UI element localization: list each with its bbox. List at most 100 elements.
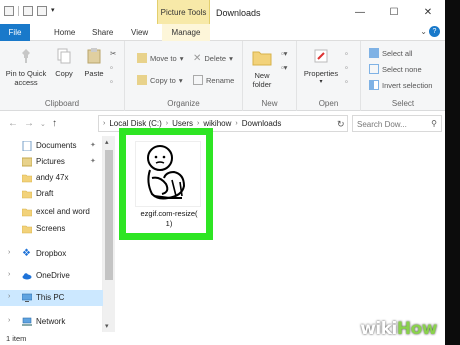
back-arrow-icon[interactable]: ← [8,118,18,129]
new-folder-button[interactable]: New folder [247,47,277,89]
chevron-right-icon: › [8,293,11,300]
sidebar-scrollbar[interactable]: ▴ ▾ [103,136,115,332]
breadcrumb-wikihow[interactable]: wikihow [203,119,231,128]
sidebar-item-dropbox[interactable]: › ❖ Dropbox [0,246,103,262]
pin-quick-access-button[interactable]: Pin to Quick access [4,47,48,87]
crouching-figure-icon [147,145,186,200]
sidebar-item-network[interactable]: › Network [0,314,103,330]
sidebar-item-label: Screens [36,224,66,233]
paste-shortcut-icon[interactable]: ▫ [110,77,113,86]
rename-label: Rename [206,75,235,85]
breadcrumb-local-disk[interactable]: Local Disk (C:) [109,119,161,128]
chevron-down-icon: ▾ [179,53,184,63]
sidebar-item-onedrive[interactable]: › OneDrive [0,268,103,284]
cut-icon[interactable]: ✂ [110,49,116,58]
sidebar-item-screens[interactable]: Screens [0,221,103,237]
select-none-button[interactable]: Select none [369,64,422,74]
move-to-button[interactable]: Move to ▾ [137,53,183,63]
copy-to-button[interactable]: Copy to ▾ [137,75,183,85]
pin-label: Pin to Quick access [5,69,47,87]
rename-button[interactable]: Rename [193,75,234,85]
chevron-right-icon: › [197,120,200,127]
paste-button[interactable]: Paste [82,47,106,78]
history-icon[interactable]: ▫ [345,77,348,86]
edit-icon[interactable]: ▫ [345,63,348,72]
select-all-label: Select all [382,48,413,58]
easy-access-icon[interactable]: ▫▾ [281,63,287,72]
up-arrow-icon[interactable]: ↑ [52,118,57,129]
invert-selection-label: Invert selection [382,80,433,90]
tab-home[interactable]: Home [54,24,75,41]
folder-icon [22,174,32,183]
scroll-up-icon[interactable]: ▴ [105,138,109,146]
new-group: New folder ▫▾ ▫▾ New [243,41,297,111]
delete-button[interactable]: ✕ Delete ▾ [193,53,233,64]
recent-locations-icon[interactable]: ⌄ [40,120,46,128]
sidebar-item-draft[interactable]: Draft [0,186,103,202]
open-icon[interactable]: ▫ [345,49,348,58]
properties-label: Properties [303,69,339,78]
copy-to-icon [137,75,147,85]
file-item[interactable]: ezgif.com-resize( 1) [119,128,213,240]
breadcrumb-users[interactable]: Users [172,119,193,128]
properties-button[interactable]: Properties ▾ [301,47,341,87]
title-bar: ▾ Picture Tools Downloads — ☐ ✕ [0,0,445,24]
tab-manage[interactable]: Manage [162,24,210,41]
chevron-down-icon[interactable]: ⌄ [420,27,427,36]
properties-check-icon[interactable] [23,6,33,16]
ribbon-tabs: File Home Share View Manage ⌄ ? [0,24,445,41]
search-placeholder: Search Dow... [357,120,407,129]
select-none-label: Select none [382,64,422,74]
chevron-down-icon: ▾ [178,75,183,85]
open-group: Properties ▾ ▫ ▫ ▫ Open [297,41,361,111]
minimize-button[interactable]: — [343,0,377,24]
invert-selection-icon [369,80,379,90]
folder-icon[interactable] [4,6,14,16]
select-all-button[interactable]: Select all [369,48,412,58]
maximize-button[interactable]: ☐ [377,0,411,24]
move-to-icon [137,53,147,63]
clipboard-group-label: Clipboard [44,99,80,108]
wikihow-watermark: wikiHow [360,319,437,339]
sidebar-item-label: OneDrive [36,271,70,280]
sidebar-item-documents[interactable]: Documents ✦ [0,138,103,154]
help-icon[interactable]: ? [429,26,440,37]
screenshot-frame: ▾ Picture Tools Downloads — ☐ ✕ File Hom… [0,0,460,345]
clipboard-group: Pin to Quick access Copy Paste ✂ ▫ ▫ Cli… [0,41,125,111]
sidebar-item-label: andy 47x [36,173,69,182]
scroll-down-icon[interactable]: ▾ [105,322,109,330]
sidebar-item-pictures[interactable]: Pictures ✦ [0,154,103,170]
tab-share[interactable]: Share [92,24,113,41]
sidebar-item-this-pc[interactable]: › This PC [0,290,103,306]
customize-dropdown-icon[interactable]: ▾ [51,6,55,16]
file-name: ezgif.com-resize( 1) [129,209,209,229]
image-thumbnail [135,141,201,207]
copy-to-label: Copy to [150,75,176,85]
file-list: ezgif.com-resize( 1) [115,128,445,332]
organize-group: Move to ▾ Copy to ▾ ✕ Delete ▾ Rename Or… [125,41,243,111]
sidebar-item-excel-and-word[interactable]: excel and word [0,204,103,220]
watermark-wiki: wiki [360,319,397,339]
invert-selection-button[interactable]: Invert selection [369,80,432,90]
file-name-line-2: 1) [165,219,173,228]
copy-button[interactable]: Copy [52,47,76,78]
scroll-thumb[interactable] [105,150,113,280]
tab-view[interactable]: View [131,24,148,41]
breadcrumb-downloads[interactable]: Downloads [242,119,282,128]
new-folder-icon[interactable] [37,6,47,16]
navigation-bar: ← → ⌄ ↑ › Local Disk (C:) › Users › wiki… [0,111,445,136]
paste-label: Paste [84,69,104,78]
close-button[interactable]: ✕ [411,0,445,24]
forward-arrow-icon[interactable]: → [24,118,34,129]
copy-label: Copy [55,69,73,78]
chevron-right-icon: › [8,317,11,324]
search-input[interactable]: Search Dow... ⚲ [352,115,442,132]
new-group-label: New [261,99,278,108]
delete-x-icon: ✕ [193,53,202,64]
tab-file[interactable]: File [0,24,30,41]
new-item-icon[interactable]: ▫▾ [281,49,287,58]
refresh-icon[interactable]: ↻ [337,119,345,130]
toolbar-divider [18,6,19,16]
copy-path-icon[interactable]: ▫ [110,63,113,72]
sidebar-item-andy-47x[interactable]: andy 47x [0,170,103,186]
